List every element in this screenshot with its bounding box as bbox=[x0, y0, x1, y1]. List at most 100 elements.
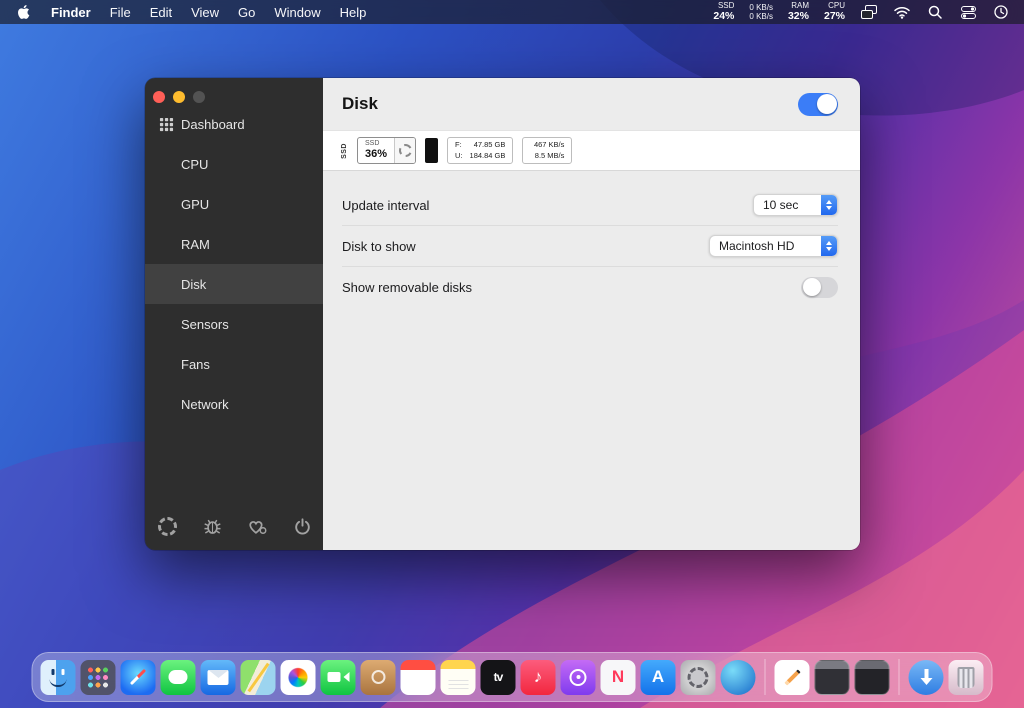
settings-gear-icon[interactable] bbox=[155, 514, 179, 538]
disk-to-show-value: Macintosh HD bbox=[719, 239, 795, 253]
menu-file[interactable]: File bbox=[110, 5, 131, 20]
menubar-ssd-stat[interactable]: SSD 24% bbox=[713, 2, 734, 22]
gear-icon bbox=[398, 144, 412, 157]
widget-mini-label[interactable]: SSD bbox=[341, 143, 348, 159]
widget-disk-usage[interactable]: F: 47.85 GB U: 184.84 GB bbox=[447, 137, 514, 164]
sidebar-item-fans[interactable]: Fans bbox=[145, 344, 323, 384]
news-icon[interactable] bbox=[600, 659, 636, 695]
dashboard-grid-icon bbox=[159, 117, 181, 132]
window-2-icon[interactable] bbox=[854, 659, 890, 695]
content-header: Disk bbox=[323, 78, 860, 130]
contacts-icon[interactable] bbox=[360, 659, 396, 695]
widget-percent[interactable]: SSD 36% bbox=[357, 137, 417, 164]
mission-control-icon[interactable] bbox=[860, 3, 878, 21]
apple-logo-icon bbox=[17, 4, 29, 19]
disk-to-show-label: Disk to show bbox=[342, 238, 416, 254]
system-preferences-icon[interactable] bbox=[680, 659, 716, 695]
menubar-network-stat[interactable]: 0 KB/s 0 KB/s bbox=[749, 3, 773, 21]
disk-to-show-select[interactable]: Macintosh HD bbox=[709, 235, 838, 257]
settings-content: Disk SSD SSD 36% F: 47.85 GB U: 184.84 GB bbox=[323, 78, 860, 550]
widget-speed[interactable]: 467 KB/s 8.5 MB/s bbox=[522, 137, 573, 164]
show-removable-label: Show removable disks bbox=[342, 279, 473, 295]
zoom-button[interactable] bbox=[193, 91, 205, 103]
menu-help[interactable]: Help bbox=[340, 5, 367, 20]
menu-bar: Finder File Edit View Go Window Help SSD… bbox=[0, 0, 1024, 24]
sidebar-item-sensors[interactable]: Sensors bbox=[145, 304, 323, 344]
control-center-icon[interactable] bbox=[959, 3, 977, 21]
page-title: Disk bbox=[342, 94, 378, 113]
maps-icon[interactable] bbox=[240, 659, 276, 695]
window-controls bbox=[153, 91, 205, 103]
toggle-knob bbox=[802, 278, 821, 296]
sidebar-item-network[interactable]: Network bbox=[145, 384, 323, 424]
sidebar-item-label: Network bbox=[181, 396, 229, 412]
show-removable-row: Show removable disks bbox=[342, 266, 838, 307]
window-1-icon[interactable] bbox=[814, 659, 850, 695]
support-heart-icon[interactable] bbox=[245, 514, 269, 538]
trash-icon[interactable] bbox=[948, 659, 984, 695]
usage-used-label: U: bbox=[455, 150, 463, 160]
calendar-icon[interactable] bbox=[400, 659, 436, 695]
dock bbox=[31, 652, 993, 702]
clock-icon[interactable] bbox=[992, 3, 1010, 21]
messages-icon[interactable] bbox=[160, 659, 196, 695]
minimize-button[interactable] bbox=[173, 91, 185, 103]
stats-icon[interactable] bbox=[720, 659, 756, 695]
sidebar-item-cpu[interactable]: CPU bbox=[145, 144, 323, 184]
menu-edit[interactable]: Edit bbox=[150, 5, 172, 20]
widget-bar-chart[interactable] bbox=[425, 138, 439, 163]
sidebar-item-label: CPU bbox=[181, 156, 209, 172]
menu-go[interactable]: Go bbox=[238, 5, 255, 20]
sidebar-item-disk[interactable]: Disk bbox=[145, 264, 323, 304]
safari-icon[interactable] bbox=[120, 659, 156, 695]
finder-icon[interactable] bbox=[40, 659, 76, 695]
sidebar-item-label: Disk bbox=[181, 276, 207, 292]
module-enable-toggle[interactable] bbox=[798, 92, 838, 116]
sidebar: Dashboard CPU GPU RAM Disk Sensors Fans … bbox=[145, 78, 323, 550]
search-icon[interactable] bbox=[926, 3, 944, 21]
apple-menu[interactable] bbox=[14, 3, 32, 21]
disk-to-show-row: Disk to show Macintosh HD bbox=[342, 225, 838, 266]
app-store-icon[interactable] bbox=[640, 659, 676, 695]
menu-window[interactable]: Window bbox=[274, 5, 320, 20]
speed-read-value: 467 KB/s bbox=[533, 140, 565, 149]
menubar-cpu-stat[interactable]: CPU 27% bbox=[824, 2, 845, 22]
tv-icon[interactable] bbox=[480, 659, 516, 695]
sidebar-item-dashboard[interactable]: Dashboard bbox=[145, 104, 323, 144]
widget-percent-value: 36% bbox=[365, 148, 388, 161]
update-interval-row: Update interval 10 sec bbox=[342, 185, 838, 225]
toggle-knob bbox=[816, 94, 837, 114]
usage-free-label: F: bbox=[455, 140, 462, 149]
podcasts-icon[interactable] bbox=[560, 659, 596, 695]
downloads-icon[interactable] bbox=[908, 659, 944, 695]
photos-icon[interactable] bbox=[280, 659, 316, 695]
sidebar-nav: Dashboard CPU GPU RAM Disk Sensors Fans … bbox=[145, 104, 323, 424]
update-interval-value: 10 sec bbox=[763, 198, 799, 212]
widget-percent-label: SSD bbox=[365, 140, 380, 148]
music-icon[interactable] bbox=[520, 659, 556, 695]
sidebar-item-label: Fans bbox=[181, 356, 210, 372]
bug-icon[interactable] bbox=[200, 514, 224, 538]
widget-settings-button[interactable] bbox=[394, 138, 416, 163]
launchpad-icon[interactable] bbox=[80, 659, 116, 695]
menu-view[interactable]: View bbox=[191, 5, 219, 20]
wifi-icon[interactable] bbox=[893, 3, 911, 21]
usage-used-value: 184.84 GB bbox=[469, 150, 506, 160]
notes-icon[interactable] bbox=[440, 659, 476, 695]
show-removable-toggle[interactable] bbox=[801, 276, 838, 298]
close-button[interactable] bbox=[153, 91, 165, 103]
dock-separator bbox=[764, 659, 766, 695]
power-icon[interactable] bbox=[290, 514, 314, 538]
sidebar-item-gpu[interactable]: GPU bbox=[145, 184, 323, 224]
update-interval-label: Update interval bbox=[342, 197, 430, 213]
update-interval-select[interactable]: 10 sec bbox=[753, 194, 838, 216]
usage-free-value: 47.85 GB bbox=[473, 140, 506, 149]
menubar-ram-stat[interactable]: RAM 32% bbox=[788, 2, 809, 22]
facetime-icon[interactable] bbox=[320, 659, 356, 695]
mail-icon[interactable] bbox=[200, 659, 236, 695]
speed-write-value: 8.5 MB/s bbox=[534, 150, 565, 160]
widget-strip: SSD SSD 36% F: 47.85 GB U: 184.84 GB 467 K… bbox=[323, 130, 860, 171]
sidebar-item-ram[interactable]: RAM bbox=[145, 224, 323, 264]
menubar-app-name[interactable]: Finder bbox=[51, 5, 91, 20]
pages-icon[interactable] bbox=[774, 659, 810, 695]
